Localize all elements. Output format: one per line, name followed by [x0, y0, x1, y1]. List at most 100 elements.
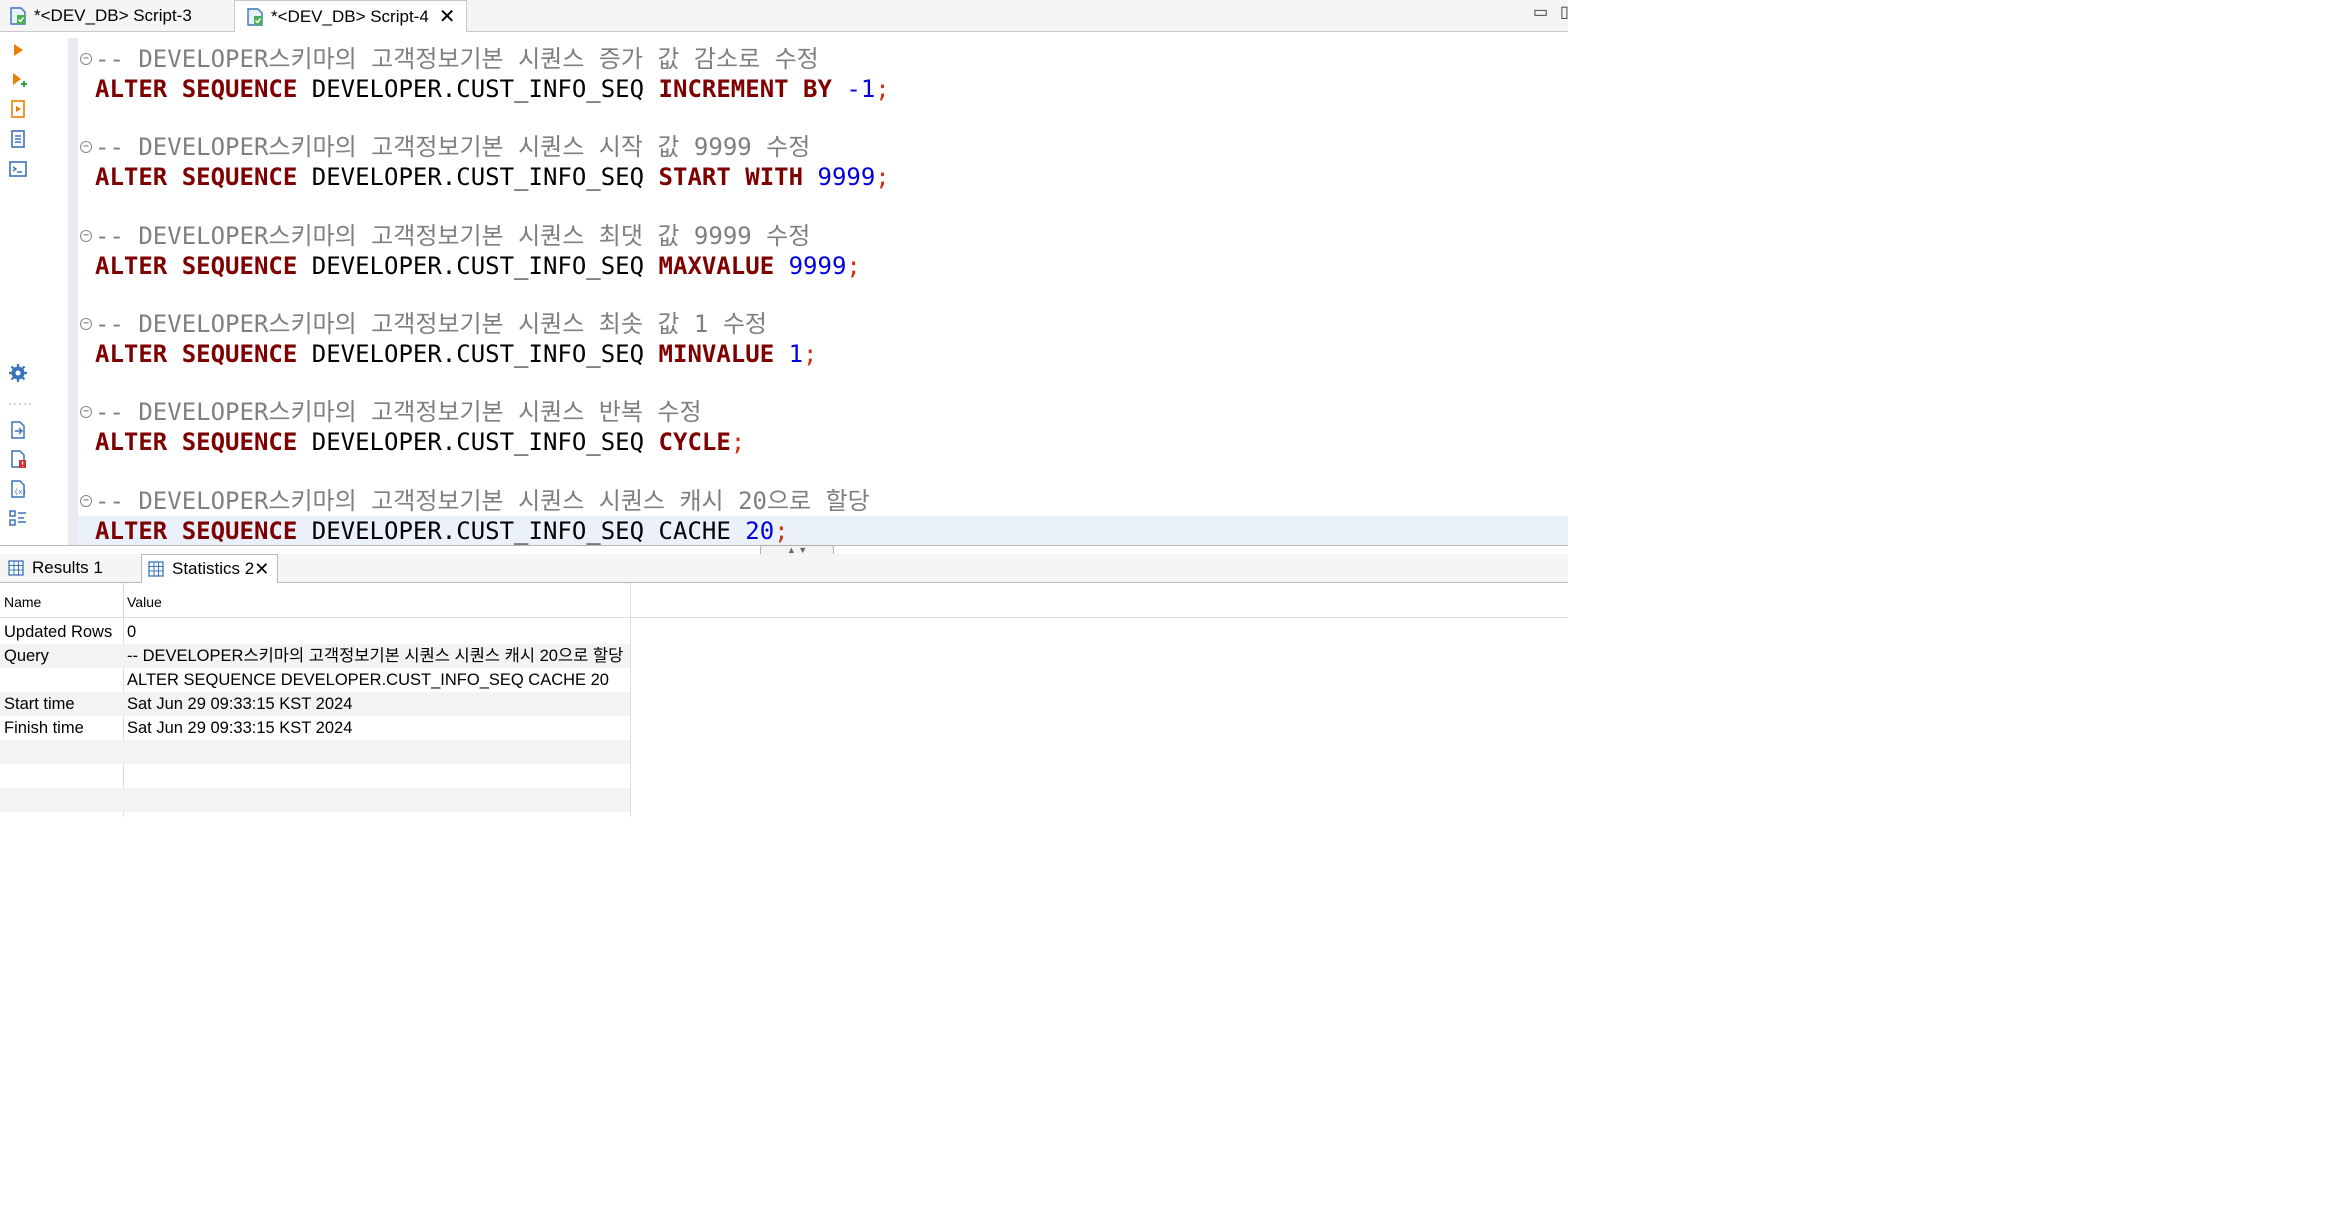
table-row[interactable]: Query -- DEVELOPER스키마의 고객정보기본 시퀀스 시퀀스 캐시…	[0, 644, 630, 668]
column-divider	[630, 583, 631, 817]
maximize-icon[interactable]: ▯	[1560, 2, 1569, 22]
keyword: ALTER	[95, 517, 168, 545]
number: 1	[788, 340, 804, 368]
fold-toggle-icon[interactable]: −	[80, 406, 92, 418]
clause: CACHE	[658, 517, 731, 545]
gear-icon[interactable]	[8, 363, 28, 383]
row-name: Updated Rows	[4, 623, 113, 641]
column-header-value[interactable]: Value	[127, 589, 162, 615]
grid-table-icon	[8, 560, 24, 576]
row-name: Query	[4, 647, 49, 665]
semicolon: ;	[875, 75, 890, 103]
identifier: DEVELOPER.CUST_INFO_SEQ	[311, 75, 645, 103]
clause: START WITH	[658, 163, 804, 191]
keyword: ALTER	[95, 340, 168, 368]
outline-icon[interactable]	[8, 508, 28, 528]
column-header-name[interactable]: Name	[4, 589, 41, 615]
tab-script-4[interactable]: *<DEV_DB> Script-4 ✕	[234, 0, 467, 32]
svg-text:{x}: {x}	[14, 488, 27, 496]
number: 9999	[788, 252, 847, 280]
clause: MINVALUE	[658, 340, 775, 368]
empty-row	[0, 740, 630, 764]
identifier: DEVELOPER.CUST_INFO_SEQ	[311, 252, 645, 280]
row-name: Finish time	[4, 719, 84, 737]
empty-row	[0, 788, 630, 812]
editor-tab-bar: *<DEV_DB> Script-3 *<DEV_DB> Script-4 ✕ …	[0, 0, 1569, 32]
sql-script-icon	[247, 7, 263, 26]
row-name: Start time	[4, 695, 75, 713]
clause: MAXVALUE	[658, 252, 775, 280]
comment-text: -- DEVELOPER스키마의 고객정보기본 시퀀스 최솟 값 1 수정	[95, 310, 767, 338]
minimize-icon[interactable]: ▭	[1533, 2, 1548, 22]
keyword: ALTER	[95, 428, 168, 456]
results-tab-bar: Results 1 Statistics 2 ✕	[0, 554, 1568, 583]
problems-icon[interactable]	[8, 449, 28, 469]
comment-text: -- DEVELOPER스키마의 고객정보기본 시퀀스 시작 값 9999 수정	[95, 133, 811, 161]
row-value: 0	[127, 623, 137, 641]
execute-in-new-tab-icon[interactable]	[8, 70, 28, 90]
keyword: ALTER	[95, 252, 168, 280]
export-icon[interactable]	[8, 420, 28, 440]
tab-results-1[interactable]: Results 1	[8, 554, 133, 582]
sql-line: ALTER SEQUENCE DEVELOPER.CUST_INFO_SEQ M…	[95, 339, 818, 369]
explain-plan-icon[interactable]	[8, 129, 28, 149]
execute-statement-icon[interactable]	[8, 40, 28, 60]
clause: CYCLE	[658, 428, 731, 456]
fold-toggle-icon[interactable]: −	[80, 53, 92, 65]
row-value: Sat Jun 29 09:33:15 KST 2024	[127, 695, 353, 713]
identifier: DEVELOPER.CUST_INFO_SEQ	[311, 163, 645, 191]
grid-header: Name Value	[0, 589, 1568, 618]
keyword: SEQUENCE	[181, 163, 298, 191]
fold-toggle-icon[interactable]: −	[80, 495, 92, 507]
identifier: DEVELOPER.CUST_INFO_SEQ	[311, 517, 645, 545]
tab-label: Results 1	[32, 558, 103, 577]
keyword: SEQUENCE	[181, 340, 298, 368]
table-row[interactable]: Finish time Sat Jun 29 09:33:15 KST 2024	[0, 716, 630, 740]
fold-toggle-icon[interactable]: −	[80, 318, 92, 330]
terminal-icon[interactable]	[8, 159, 28, 179]
comment-line: -- DEVELOPER스키마의 고객정보기본 시퀀스 최솟 값 1 수정	[95, 309, 767, 339]
variables-icon[interactable]: {x}	[8, 479, 28, 499]
toolbar-separator: ·····	[8, 396, 33, 410]
fold-toggle-icon[interactable]: −	[80, 230, 92, 242]
close-icon[interactable]: ✕	[254, 559, 269, 580]
semicolon: ;	[803, 340, 818, 368]
comment-line: -- DEVELOPER스키마의 고객정보기본 시퀀스 증가 값 감소로 수정	[95, 44, 819, 74]
sql-editor[interactable]: − -- DEVELOPER스키마의 고객정보기본 시퀀스 증가 값 감소로 수…	[78, 38, 1568, 546]
number: 20	[745, 517, 775, 545]
semicolon: ;	[875, 163, 890, 191]
editor-side-toolbar: ····· {x}	[0, 32, 36, 547]
table-row[interactable]: ALTER SEQUENCE DEVELOPER.CUST_INFO_SEQ C…	[0, 668, 630, 692]
identifier: DEVELOPER.CUST_INFO_SEQ	[311, 428, 645, 456]
close-icon[interactable]: ✕	[439, 7, 456, 27]
table-row[interactable]: Updated Rows 0	[0, 620, 630, 644]
sql-line: ALTER SEQUENCE DEVELOPER.CUST_INFO_SEQ M…	[95, 251, 861, 281]
sql-line: ALTER SEQUENCE DEVELOPER.CUST_INFO_SEQ S…	[95, 162, 890, 192]
comment-line: -- DEVELOPER스키마의 고객정보기본 시퀀스 시작 값 9999 수정	[95, 132, 810, 162]
keyword: SEQUENCE	[181, 252, 298, 280]
comment-text: -- DEVELOPER스키마의 고객정보기본 시퀀스 증가 값 감소로 수정	[95, 45, 819, 73]
tab-statistics-2[interactable]: Statistics 2 ✕	[141, 554, 279, 583]
number: -1	[846, 75, 876, 103]
fold-toggle-icon[interactable]: −	[80, 141, 92, 153]
row-value: -- DEVELOPER스키마의 고객정보기본 시퀀스 시퀀스 캐시 20으로 …	[127, 647, 624, 665]
keyword: ALTER	[95, 75, 168, 103]
clause: INCREMENT BY	[658, 75, 832, 103]
empty-row	[0, 764, 630, 788]
sql-line: ALTER SEQUENCE DEVELOPER.CUST_INFO_SEQ C…	[95, 427, 745, 457]
comment-text: -- DEVELOPER스키마의 고객정보기본 시퀀스 최댓 값 9999 수정	[95, 222, 811, 250]
tab-label: *<DEV_DB> Script-4	[271, 6, 429, 26]
comment-line: -- DEVELOPER스키마의 고객정보기본 시퀀스 반복 수정	[95, 397, 702, 427]
keyword: SEQUENCE	[181, 428, 298, 456]
keyword: ALTER	[95, 163, 168, 191]
comment-line: -- DEVELOPER스키마의 고객정보기본 시퀀스 최댓 값 9999 수정	[95, 221, 810, 251]
keyword: SEQUENCE	[181, 75, 298, 103]
row-value: Sat Jun 29 09:33:15 KST 2024	[127, 719, 353, 737]
statistics-grid[interactable]: Name Value Updated Rows 0 Query -- DEVEL…	[0, 583, 1568, 817]
tab-script-3[interactable]: *<DEV_DB> Script-3	[8, 0, 192, 31]
sql-line: ALTER SEQUENCE DEVELOPER.CUST_INFO_SEQ I…	[95, 74, 890, 104]
comment-text: -- DEVELOPER스키마의 고객정보기본 시퀀스 반복 수정	[95, 398, 702, 426]
table-row[interactable]: Start time Sat Jun 29 09:33:15 KST 2024	[0, 692, 630, 716]
editor-ruler	[68, 38, 78, 545]
execute-script-icon[interactable]	[8, 99, 28, 119]
